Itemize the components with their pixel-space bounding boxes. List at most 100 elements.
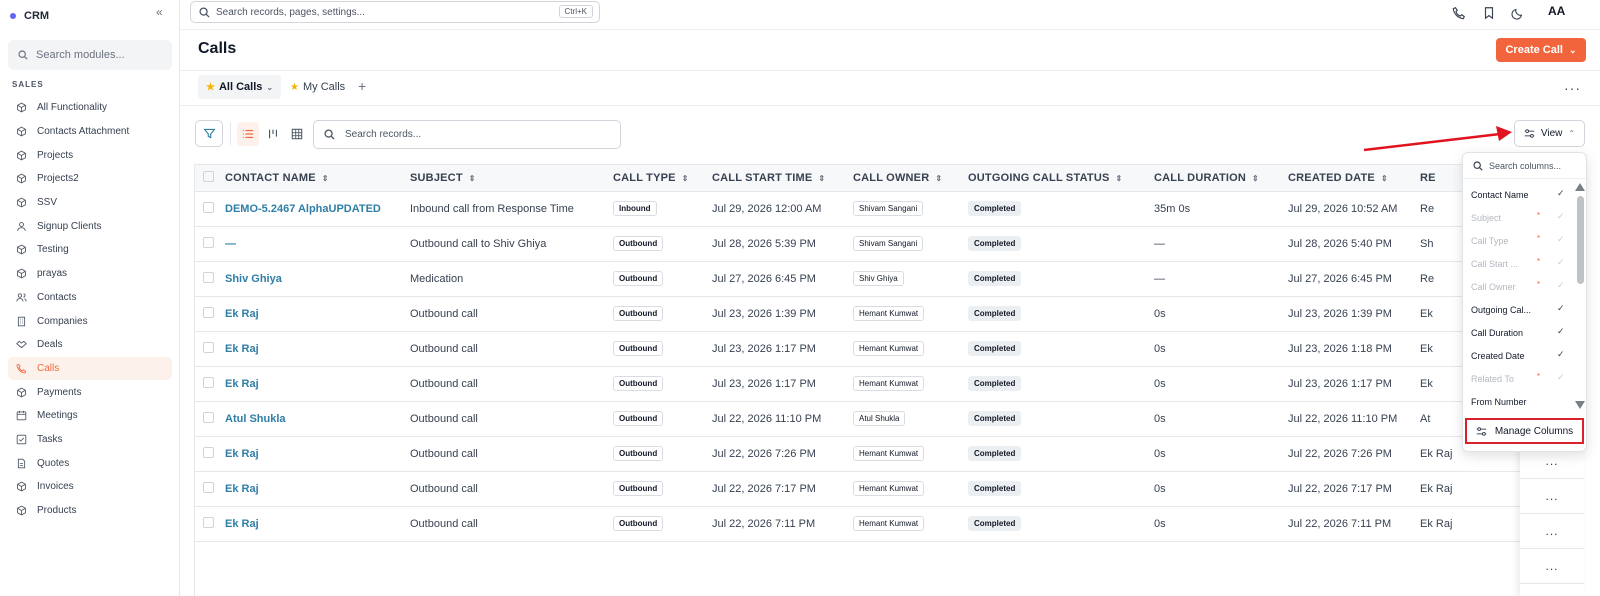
sidebar-item-projects[interactable]: Projects [8,143,172,167]
sidebar-item-quotes[interactable]: Quotes [8,451,172,475]
table-row[interactable]: Shiv Ghiya Medication Outbound Jul 27, 2026… [195,261,1583,296]
contact-name-link[interactable]: Atul Shukla [225,413,286,425]
column-option[interactable]: Created Date ✓ [1463,344,1575,367]
list-view-icon[interactable] [237,122,259,146]
bookmark-icon[interactable] [1482,6,1496,20]
sidebar-item-meetings[interactable]: Meetings [8,404,172,428]
sidebar-item-payments[interactable]: Payments [8,380,172,404]
table-row[interactable]: Ek Raj Outbound call Outbound Jul 23, 2026 … [195,366,1583,401]
column-option[interactable]: Call Duration ✓ [1463,321,1575,344]
contact-name-link[interactable]: — [225,238,236,250]
sidebar-item-deals[interactable]: Deals [8,333,172,357]
more-options-icon[interactable]: ··· [1564,80,1581,96]
column-header[interactable]: SUBJECT ⇕ [410,165,613,192]
sidebar-item-calls[interactable]: Calls [8,356,172,381]
row-checkbox[interactable] [195,366,225,401]
tab-my-calls[interactable]: ★ My Calls [282,75,353,99]
sidebar-item-invoices[interactable]: Invoices [8,475,172,499]
contact-name-link[interactable]: DEMO-5.2467 AlphaUPDATED [225,203,381,215]
select-all-checkbox[interactable] [195,165,225,192]
create-call-button[interactable]: Create Call ⌄ [1496,38,1586,62]
column-header[interactable]: CONTACT NAME ⇕ [225,165,410,192]
scroll-down-icon[interactable] [1575,401,1585,409]
required-asterisk-icon: * [1537,280,1541,289]
table-row[interactable]: — Outbound call to Shiv Ghiya Outbound Jul … [195,226,1583,261]
record-search-input[interactable]: Search records... [313,120,621,149]
brand[interactable]: CRM [10,6,49,26]
kanban-view-icon[interactable] [262,122,284,146]
sidebar-item-tasks[interactable]: Tasks [8,428,172,452]
row-checkbox[interactable] [195,506,225,541]
row-more-icon[interactable]: ... [1520,549,1584,584]
column-header[interactable]: CALL START TIME ⇕ [712,165,853,192]
sidebar-item-label: prayas [37,268,68,280]
tab-all-calls[interactable]: ★ All Calls ⌄ [198,75,282,99]
sidebar-item-contacts[interactable]: Contacts [8,286,172,310]
column-header[interactable]: OUTGOING CALL STATUS ⇕ [968,165,1154,192]
contact-name-link[interactable]: Ek Raj [225,378,259,390]
view-button[interactable]: View ⌃ [1514,120,1585,147]
filter-button[interactable] [195,120,223,147]
column-option[interactable]: Contact Name ✓ [1463,183,1575,206]
user-avatar[interactable]: AA [1548,4,1565,18]
collapse-sidebar-icon[interactable]: « [156,5,163,19]
sidebar-item-label: Meetings [37,410,78,422]
scrollbar-thumb[interactable] [1577,196,1584,284]
call-type-badge: Outbound [613,481,664,496]
sidebar-item-ssv[interactable]: SSV [8,191,172,215]
table-row[interactable]: Ek Raj Outbound call Outbound Jul 23, 2026 … [195,331,1583,366]
sidebar-item-companies[interactable]: Companies [8,309,172,333]
sidebar-item-signup-clients[interactable]: Signup Clients [8,214,172,238]
table-row[interactable]: Ek Raj Outbound call Outbound Jul 23, 2026 … [195,296,1583,331]
add-tab-icon[interactable]: + [358,78,366,94]
call-owner-badge: Atul Shukla [853,411,906,426]
contact-name-link[interactable]: Ek Raj [225,308,259,320]
column-header[interactable]: CALL TYPE ⇕ [613,165,712,192]
column-header[interactable]: CALL DURATION ⇕ [1154,165,1288,192]
phone-icon[interactable] [1452,6,1466,20]
table-row[interactable]: DEMO-5.2467 AlphaUPDATED Inbound call fro… [195,191,1583,226]
scroll-up-icon[interactable] [1575,183,1585,191]
column-header[interactable]: CREATED DATE ⇕ [1288,165,1420,192]
grid-view-icon[interactable] [286,122,308,146]
contact-name-link[interactable]: Shiv Ghiya [225,273,282,285]
table-row[interactable]: Ek Raj Outbound call Outbound Jul 22, 2026 … [195,471,1583,506]
column-header[interactable]: CALL OWNER ⇕ [853,165,968,192]
column-option: Call Owner * ✓ [1463,275,1575,298]
manage-columns-button[interactable]: Manage Columns [1465,418,1584,444]
call-start-cell: Jul 29, 2026 12:00 AM [712,202,822,215]
row-checkbox[interactable] [195,226,225,261]
sidebar-item-projects2[interactable]: Projects2 [8,167,172,191]
sidebar-item-all-functionality[interactable]: All Functionality [8,96,172,120]
row-more-icon[interactable]: ... [1520,514,1584,549]
table-body: DEMO-5.2467 AlphaUPDATED Inbound call fro… [195,191,1583,541]
column-option[interactable]: Outgoing Cal... ✓ [1463,298,1575,321]
table-row[interactable]: Ek Raj Outbound call Outbound Jul 22, 2026 … [195,506,1583,541]
sidebar-item-contacts-attachment[interactable]: Contacts Attachment [8,120,172,144]
row-checkbox[interactable] [195,436,225,471]
row-checkbox[interactable] [195,296,225,331]
sidebar-item-products[interactable]: Products [8,499,172,523]
row-checkbox[interactable] [195,331,225,366]
row-more-icon[interactable]: ... [1520,479,1584,514]
table-row[interactable]: Atul Shukla Outbound call Outbound Jul 22, … [195,401,1583,436]
sidebar-item-prayas[interactable]: prayas [8,262,172,286]
call-owner-badge: Hemant Kumwat [853,481,925,496]
column-option[interactable]: From Number [1463,390,1575,413]
contact-name-link[interactable]: Ek Raj [225,343,259,355]
table-row[interactable]: Ek Raj Outbound call Outbound Jul 22, 2026 … [195,436,1583,471]
row-checkbox[interactable] [195,191,225,226]
row-checkbox[interactable] [195,401,225,436]
contact-name-link[interactable]: Ek Raj [225,448,259,460]
global-search-input[interactable]: Search records, pages, settings... Ctrl+… [190,1,600,23]
contact-name-link[interactable]: Ek Raj [225,518,259,530]
moon-icon[interactable] [1511,6,1525,20]
row-checkbox[interactable] [195,471,225,506]
star-icon: ★ [290,81,299,93]
contact-name-link[interactable]: Ek Raj [225,483,259,495]
sidebar-item-testing[interactable]: Testing [8,238,172,262]
chevron-down-icon: ⌄ [266,82,274,92]
brand-name: CRM [24,10,50,22]
module-search-input[interactable]: Search modules... [8,40,172,70]
row-checkbox[interactable] [195,261,225,296]
